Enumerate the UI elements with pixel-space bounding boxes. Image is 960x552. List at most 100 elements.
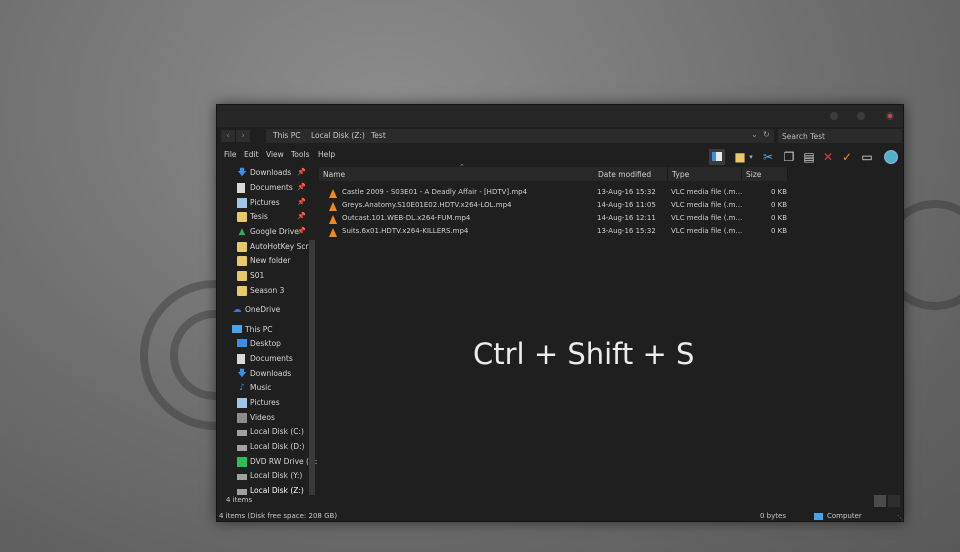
search-box[interactable] [778, 129, 902, 143]
sort-ascending-icon: ⌃ [459, 163, 465, 171]
sidebar-item-downloads[interactable]: 🡇 Downloads [217, 368, 317, 381]
menu-view[interactable]: View [266, 150, 284, 159]
sidebar-item-documents[interactable]: Documents [217, 353, 317, 366]
item-count: 4 items [226, 496, 253, 504]
sidebar-item-local-disk-z[interactable]: Local Disk (Z:) [217, 485, 317, 495]
resize-grip-icon[interactable]: ⋱ [897, 514, 904, 522]
file-size: 0 KB [771, 214, 788, 222]
file-row[interactable]: Greys.Anatomy.S10E01E02.HDTV.x264-LOL.mp… [329, 200, 789, 213]
title-bar[interactable] [217, 105, 903, 127]
pin-icon[interactable]: 📌 [297, 183, 306, 191]
pin-icon[interactable]: 📌 [297, 198, 306, 206]
sidebar-item-local-disk-c[interactable]: Local Disk (C:) [217, 426, 317, 439]
sidebar-item-new-folder[interactable]: New folder [217, 255, 317, 268]
file-row[interactable]: Castle 2009 - S03E01 - A Deadly Affair -… [329, 187, 789, 200]
file-list: Name ⌃ Date modified Type Size Castle 20… [317, 163, 905, 495]
drive-icon [237, 430, 247, 436]
breadcrumb-local-disk-z[interactable]: Local Disk (Z:) [311, 131, 365, 140]
sidebar-item-this-pc[interactable]: This PC [217, 324, 317, 337]
sidebar-item-pictures-quick[interactable]: Pictures 📌 [217, 197, 317, 210]
large-icons-view-button[interactable] [888, 495, 900, 507]
minimize-button[interactable] [830, 112, 838, 120]
breadcrumb-test[interactable]: Test [371, 131, 386, 140]
status-bar: 4 items (Disk free space: 208 GB) 0 byte… [217, 509, 905, 523]
file-type: VLC media file (.m... [671, 201, 743, 209]
file-type: VLC media file (.m... [671, 188, 743, 196]
sidebar-item-dvd-rw-drive[interactable]: DVD RW Drive (G: [217, 456, 317, 469]
dvd-icon [237, 457, 247, 467]
vlc-file-icon [329, 189, 337, 198]
file-row[interactable]: Suits.6x01.HDTV.x264-KILLERS.mp4 13-Aug-… [329, 226, 789, 239]
pin-icon[interactable]: 📌 [297, 227, 306, 235]
navigation-pane: 🡇 Downloads 📌 Documents 📌 Pictures 📌 Tes… [217, 165, 317, 495]
column-header-date-modified[interactable]: Date modified [594, 167, 668, 181]
column-header-name[interactable]: Name ⌃ [319, 163, 595, 181]
sidebar-item-documents-quick[interactable]: Documents 📌 [217, 182, 317, 195]
forward-arrow-icon[interactable]: › [236, 130, 250, 142]
delete-icon[interactable]: ✕ [820, 149, 836, 165]
menu-help[interactable]: Help [318, 150, 335, 159]
column-header-size[interactable]: Size [742, 167, 788, 181]
details-view-button[interactable] [874, 495, 886, 507]
sidebar-item-music[interactable]: ♪ Music [217, 382, 317, 395]
file-date: 13-Aug-16 15:32 [597, 227, 656, 235]
vlc-file-icon [329, 202, 337, 211]
search-input[interactable] [778, 129, 902, 143]
file-size: 0 KB [771, 188, 788, 196]
column-header-type[interactable]: Type [668, 167, 742, 181]
onedrive-cloud-icon: ☁ [232, 305, 242, 315]
sidebar-item-desktop[interactable]: Desktop [217, 338, 317, 351]
google-drive-icon: ▲ [238, 227, 246, 237]
preview-pane-icon[interactable] [709, 149, 725, 165]
check-icon[interactable]: ✓ [839, 149, 855, 165]
sidebar-item-downloads-quick[interactable]: 🡇 Downloads 📌 [217, 167, 317, 180]
file-name: Greys.Anatomy.S10E01E02.HDTV.x264-LOL.mp… [342, 201, 512, 209]
menu-edit[interactable]: Edit [244, 150, 259, 159]
sidebar-item-pictures[interactable]: Pictures [217, 397, 317, 410]
menu-tools[interactable]: Tools [291, 150, 309, 159]
disk-free-space: 4 items (Disk free space: 208 GB) [219, 512, 338, 520]
sidebar-item-season-3[interactable]: Season 3 [217, 285, 317, 298]
sidebar-item-tesis[interactable]: Tesis 📌 [217, 211, 317, 224]
sidebar-item-local-disk-y[interactable]: Local Disk (Y:) [217, 470, 317, 483]
address-row: ‹ › This PC Local Disk (Z:) Test ⌄ ↻ [217, 128, 903, 144]
selection-size: 0 bytes [760, 512, 786, 520]
file-row[interactable]: Outcast.101.WEB-DL.x264-FUM.mp4 14-Aug-1… [329, 213, 789, 226]
file-name: Castle 2009 - S03E01 - A Deadly Affair -… [342, 188, 528, 196]
folder-icon [237, 212, 247, 222]
close-button[interactable] [886, 112, 894, 120]
sidebar-item-autohotkey[interactable]: AutoHotKey Scrip [217, 241, 317, 254]
maximize-button[interactable] [857, 112, 865, 120]
sidebar-item-s01[interactable]: S01 [217, 270, 317, 283]
refresh-icon[interactable]: ↻ [763, 130, 770, 139]
breadcrumb-this-pc[interactable]: This PC [273, 131, 300, 140]
drive-icon [237, 445, 247, 451]
address-bar[interactable]: This PC Local Disk (Z:) Test ⌄ ↻ [266, 129, 774, 143]
back-arrow-icon[interactable]: ‹ [221, 130, 235, 142]
item-count-bar: 4 items [217, 495, 905, 507]
folder-icon [237, 271, 247, 281]
sidebar-item-videos[interactable]: Videos [217, 412, 317, 425]
copy-icon[interactable]: ❐ [781, 149, 797, 165]
new-folder-icon[interactable]: ■ [732, 149, 748, 165]
menu-file[interactable]: File [224, 150, 237, 159]
globe-icon[interactable] [883, 149, 899, 165]
download-arrow-icon: 🡇 [237, 369, 247, 379]
rename-icon[interactable]: ▭ [859, 149, 875, 165]
sidebar-item-onedrive[interactable]: ☁ OneDrive [217, 304, 317, 317]
chevron-down-icon[interactable]: ▾ [747, 149, 755, 165]
pictures-icon [237, 198, 247, 208]
file-type: VLC media file (.m... [671, 227, 743, 235]
file-date: 14-Aug-16 11:05 [597, 201, 656, 209]
desktop-icon [237, 339, 247, 347]
sidebar-item-local-disk-d[interactable]: Local Disk (D:) [217, 441, 317, 454]
cut-icon[interactable]: ✂ [760, 149, 776, 165]
address-dropdown-icon[interactable]: ⌄ [751, 130, 758, 139]
paste-icon[interactable]: ▤ [801, 149, 817, 165]
pin-icon[interactable]: 📌 [297, 212, 306, 220]
sidebar-item-google-drive[interactable]: ▲ Google Drive 📌 [217, 226, 317, 239]
folder-icon [237, 242, 247, 252]
pin-icon[interactable]: 📌 [297, 168, 306, 176]
file-size: 0 KB [771, 227, 788, 235]
sidebar-scrollbar[interactable] [309, 240, 315, 495]
